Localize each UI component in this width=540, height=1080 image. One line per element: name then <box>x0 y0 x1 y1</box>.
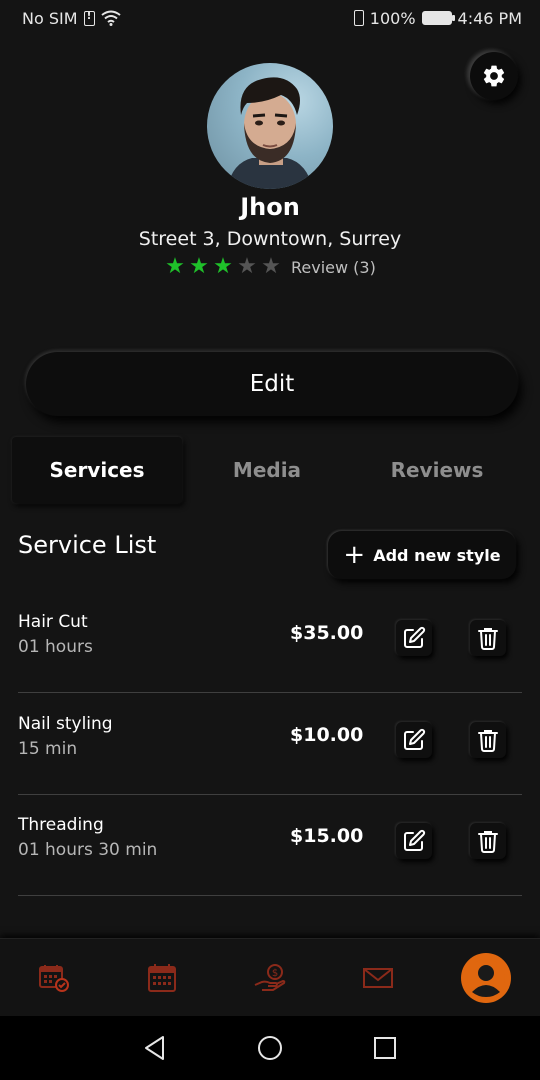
tab-media[interactable]: Media <box>182 437 352 503</box>
service-row: Nail styling 15 min $10.00 <box>18 694 522 795</box>
home-circle-icon[interactable] <box>257 1035 283 1061</box>
pencil-square-icon <box>404 829 426 851</box>
star-icon: ★ <box>189 254 209 279</box>
recents-square-icon[interactable] <box>373 1036 397 1060</box>
edit-service-button[interactable] <box>396 823 432 859</box>
bottom-nav: $ <box>0 938 540 1016</box>
service-name: Nail styling <box>18 714 113 734</box>
service-price: $10.00 <box>290 724 364 746</box>
settings-button[interactable] <box>470 52 518 100</box>
plus-icon: + <box>343 540 366 570</box>
profile-icon <box>467 958 505 997</box>
star-icon: ★ <box>165 254 185 279</box>
profile-nav-badge <box>461 952 511 1003</box>
hand-money-icon: $ <box>254 963 286 991</box>
calendar-check-icon <box>39 964 69 992</box>
edit-profile-button[interactable]: Edit <box>26 352 518 416</box>
wifi-icon <box>100 10 121 26</box>
edit-service-button[interactable] <box>396 722 432 758</box>
profile-address: Street 3, Downtown, Surrey <box>138 228 402 250</box>
add-new-style-button[interactable]: + Add new style <box>328 531 516 579</box>
service-row: Hair Cut 01 hours $35.00 <box>18 592 522 693</box>
sim-alert-icon <box>83 9 95 26</box>
battery-text: 100% <box>369 8 416 28</box>
service-price: $35.00 <box>290 622 364 644</box>
service-row: Threading 01 hours 30 min $15.00 <box>18 795 522 896</box>
edit-service-button[interactable] <box>396 620 432 656</box>
delete-service-button[interactable] <box>470 620 506 656</box>
battery-icon <box>421 11 455 25</box>
nav-messages[interactable] <box>348 948 408 1008</box>
service-duration: 01 hours <box>18 637 93 657</box>
service-duration: 15 min <box>18 739 78 759</box>
tab-bar: Services Media Reviews <box>12 437 530 503</box>
service-name: Hair Cut <box>18 612 88 632</box>
trash-icon <box>478 730 498 752</box>
add-new-style-label: Add new style <box>373 545 501 565</box>
star-icon: ★ <box>237 254 257 279</box>
nav-appointments[interactable] <box>24 948 84 1008</box>
nav-profile[interactable] <box>456 948 516 1008</box>
service-list-title: Service List <box>18 531 157 559</box>
back-triangle-icon[interactable] <box>143 1035 167 1061</box>
delete-service-button[interactable] <box>470 722 506 758</box>
mail-icon <box>363 967 393 988</box>
status-right: 100% 4:46 PM <box>353 8 522 28</box>
service-name: Threading <box>18 815 104 835</box>
vibrate-icon <box>353 10 364 26</box>
screen: No SIM 100% 4:46 PM <box>0 0 540 1080</box>
pencil-square-icon <box>404 728 426 750</box>
trash-icon <box>478 831 498 853</box>
star-icon: ★ <box>261 254 281 279</box>
avatar-portrait <box>227 77 313 189</box>
tab-reviews[interactable]: Reviews <box>352 437 522 503</box>
avatar <box>207 63 333 189</box>
service-price: $15.00 <box>290 825 364 847</box>
trash-icon <box>478 628 498 650</box>
service-duration: 01 hours 30 min <box>18 840 158 860</box>
rating-row: ★ ★ ★ ★ ★ Review (3) <box>163 255 376 279</box>
system-nav-bar <box>0 1016 540 1080</box>
status-bar: No SIM 100% 4:46 PM <box>0 0 540 36</box>
time-text: 4:46 PM <box>457 8 522 28</box>
nav-calendar[interactable] <box>132 948 192 1008</box>
svg-text:$: $ <box>272 968 278 979</box>
star-icon: ★ <box>213 254 233 279</box>
tab-services[interactable]: Services <box>12 437 182 503</box>
pencil-square-icon <box>404 626 426 648</box>
delete-service-button[interactable] <box>470 823 506 859</box>
status-left: No SIM <box>22 9 121 28</box>
review-count[interactable]: Review (3) <box>291 258 376 277</box>
calendar-icon <box>148 963 176 992</box>
profile-name: Jhon <box>240 193 300 221</box>
carrier-text: No SIM <box>22 8 78 28</box>
nav-earnings[interactable]: $ <box>240 948 300 1008</box>
gear-icon <box>483 65 505 87</box>
